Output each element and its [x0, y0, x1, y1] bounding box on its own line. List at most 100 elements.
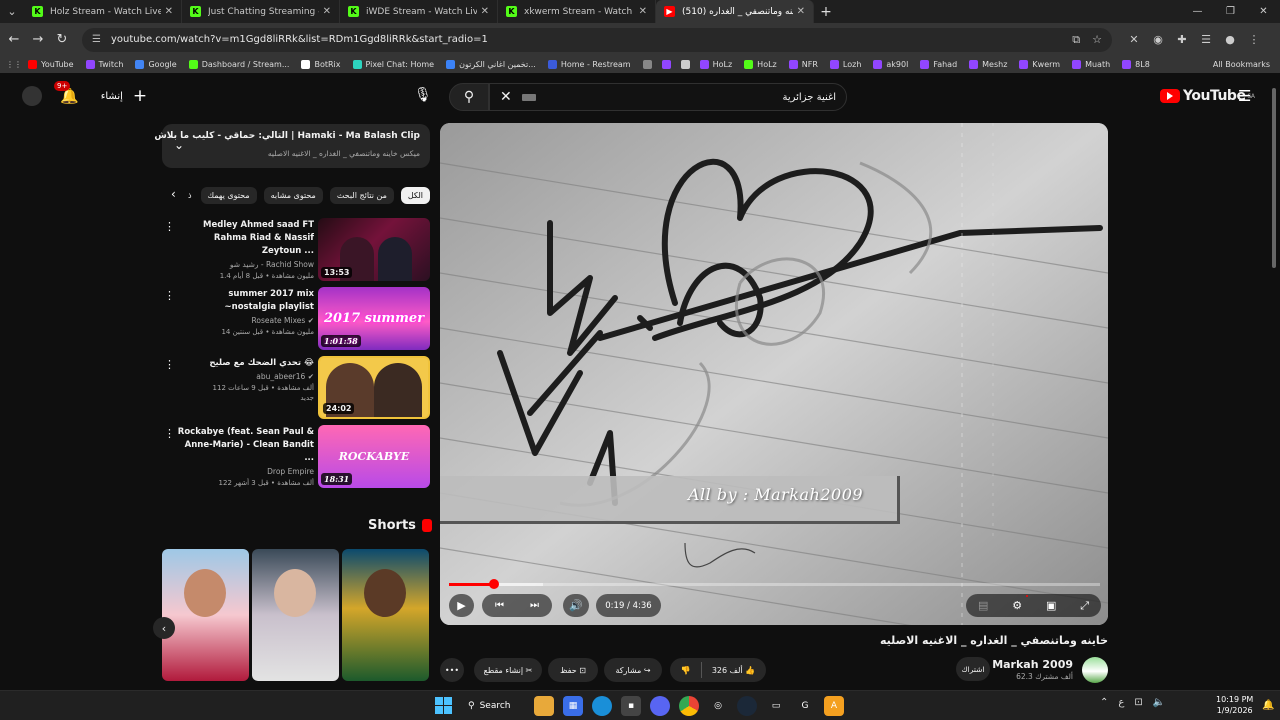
volume-icon[interactable]: 🔈 [1153, 697, 1165, 708]
network-icon[interactable]: ⊡ [1134, 697, 1142, 708]
bookmark-item[interactable]: Fahad [920, 60, 957, 69]
bookmark-item[interactable] [680, 60, 694, 69]
clip-button[interactable]: إنشاء مقطع ✂ [474, 658, 542, 682]
bookmark-item[interactable]: ak90l [873, 60, 908, 69]
bookmark-item[interactable]: NFR [788, 60, 818, 69]
channel-name[interactable]: Roseate Mixes ✔ [174, 316, 315, 325]
more-options-icon[interactable]: ⋮ [164, 289, 175, 302]
keyboard-icon[interactable] [521, 93, 536, 101]
more-options-icon[interactable]: ⋮ [164, 427, 175, 440]
chip-related[interactable]: محتوى مشابه [263, 186, 323, 204]
next-icon[interactable]: ⏭ [530, 600, 539, 611]
close-window-icon[interactable]: ✕ [1247, 0, 1280, 23]
chip-for-you[interactable]: محتوى يهمك [200, 186, 257, 204]
edge-icon[interactable] [592, 696, 612, 716]
address-bar[interactable]: ☰ youtube.com/watch?v=m1Ggd8liRRk&list=R… [82, 27, 1112, 52]
channel-name[interactable]: Markah 2009 [992, 658, 1073, 671]
channel-avatar[interactable] [1082, 657, 1108, 683]
forward-icon[interactable]: → [26, 32, 50, 47]
bookmark-item[interactable]: BotRix [301, 60, 341, 69]
play-button[interactable]: ▶ [449, 594, 474, 617]
seek-bar[interactable] [449, 579, 1100, 589]
list-item[interactable]: ROCKABYE 18:31 Rockabye (feat. Sean Paul… [160, 423, 432, 492]
short-thumbnail[interactable] [342, 549, 429, 681]
bookmark-item[interactable] [642, 60, 656, 69]
list-item[interactable]: 2017 summer 1:01:58 summer 2017 mix ~nos… [160, 285, 432, 354]
mute-tab-icon[interactable]: ✕ [1122, 33, 1146, 46]
extensions-puzzle-icon[interactable]: ✚ [1170, 33, 1194, 46]
video-thumbnail[interactable]: 2017 summer 1:01:58 [318, 287, 430, 350]
extension-icon[interactable]: ◉ [1146, 33, 1170, 46]
apps-grid-icon[interactable]: ⋮⋮ [0, 60, 28, 69]
bookmark-item[interactable] [661, 60, 675, 69]
channel-name[interactable]: Drop Empire [174, 467, 314, 476]
bookmark-item[interactable]: Kwerm [1019, 60, 1060, 69]
browser-menu-icon[interactable]: ⋮ [1242, 33, 1266, 46]
volume-button[interactable]: 🔊 [563, 594, 589, 617]
bookmark-item[interactable]: Muath [1072, 60, 1110, 69]
minimize-icon[interactable]: — [1181, 0, 1214, 23]
reading-list-icon[interactable]: ☰ [1194, 33, 1218, 46]
new-tab-button[interactable]: + [814, 4, 838, 20]
install-app-icon[interactable]: ⧉ [1072, 33, 1080, 47]
close-icon[interactable]: ✕ [165, 6, 173, 17]
chevron-up-icon[interactable]: ⌃ [1100, 697, 1108, 708]
app-icon[interactable]: A [824, 696, 844, 716]
browser-tab[interactable]: K iWDE Stream - Watch Live on Kick ✕ [340, 0, 498, 23]
bookmark-item[interactable]: YouTube [28, 60, 74, 69]
chevron-left-icon[interactable]: ‹ [171, 187, 176, 201]
bookmark-item[interactable]: HoLz [744, 60, 777, 69]
chip-more[interactable]: ذ [186, 187, 194, 204]
save-button[interactable]: حفظ ⊡ [548, 658, 598, 682]
subtitles-icon[interactable]: ▤ [978, 599, 988, 612]
bookmark-item[interactable]: Meshz [969, 60, 1007, 69]
settings-gear-icon[interactable]: ⚙ [1012, 595, 1029, 612]
maximize-icon[interactable]: ❐ [1214, 0, 1247, 23]
browser-tab[interactable]: K Just Chatting Streaming - Live St ✕ [182, 0, 340, 23]
clear-search-icon[interactable]: ✕ [500, 89, 512, 105]
app-icon[interactable]: ▪ [621, 696, 641, 716]
video-title[interactable]: Rockabye (feat. Sean Paul & Anne-Marie) … [174, 426, 314, 465]
chip-all[interactable]: الكل [400, 186, 430, 204]
store-icon[interactable]: ▦ [563, 696, 583, 716]
taskbar-search[interactable]: ⚲ Search [468, 695, 524, 717]
more-actions-button[interactable]: ••• [440, 658, 464, 682]
profile-icon[interactable]: ● [1218, 33, 1242, 46]
account-avatar[interactable] [22, 86, 42, 106]
dislike-icon[interactable]: 👎 [681, 666, 691, 675]
bookmark-item[interactable]: Lozh [829, 60, 861, 69]
windows-start-icon[interactable] [435, 697, 452, 714]
channel-name[interactable]: رشيد شو - Rachid Show [174, 260, 314, 269]
chrome-icon[interactable] [679, 696, 699, 716]
list-item[interactable]: 13:53 Medley Ahmed saad FT Rahma Riad & … [160, 216, 432, 285]
subscribe-button[interactable]: اشتراك [956, 657, 990, 681]
create-button[interactable]: إنشاء + [101, 86, 147, 106]
bookmark-item[interactable]: تخمين اغاني الكرتون... [446, 60, 536, 69]
video-thumbnail[interactable]: 13:53 [318, 218, 430, 281]
all-bookmarks-button[interactable]: All Bookmarks [1213, 56, 1270, 73]
close-icon[interactable]: ✕ [639, 6, 647, 17]
notification-icon[interactable]: 🔔 [1262, 700, 1274, 711]
bookmark-item[interactable]: HoLz [699, 60, 732, 69]
bookmark-item[interactable]: Google [135, 60, 177, 69]
taskbar-clock[interactable]: 10:19 PM 1/9/2026 [1216, 694, 1253, 716]
discord-icon[interactable] [650, 696, 670, 716]
scrollbar-thumb[interactable] [1272, 88, 1276, 268]
close-icon[interactable]: ✕ [797, 6, 805, 17]
obs-icon[interactable]: ◎ [708, 696, 728, 716]
microphone-icon[interactable]: 🎙 [414, 87, 432, 103]
bookmark-item[interactable]: 8L8 [1122, 60, 1150, 69]
video-title[interactable]: Medley Ahmed saad FT Rahma Riad & Nassif… [174, 219, 314, 258]
page-scrollbar[interactable] [1271, 80, 1277, 690]
short-thumbnail[interactable] [162, 549, 249, 681]
notifications-bell-icon[interactable]: 🔔 9+ [54, 81, 79, 105]
mix-playlist-panel[interactable]: ⌄ التالي: حماقي - كليب ما بلاش | Hamaki … [154, 124, 430, 168]
bookmark-item[interactable]: Dashboard / Stream... [188, 60, 289, 69]
guide-menu-icon[interactable]: ☰ [1238, 87, 1251, 105]
browser-tab[interactable]: K Holz Stream - Watch Live on Kick ✕ [24, 0, 182, 23]
video-thumbnail[interactable]: ROCKABYE 18:31 [318, 425, 430, 488]
reload-icon[interactable]: ↻ [50, 32, 74, 47]
channel-name[interactable]: abu_abeer16 ✔ [174, 372, 314, 381]
app-icon[interactable]: G [795, 696, 815, 716]
chip-from-search[interactable]: من نتائج البحث [329, 186, 394, 204]
